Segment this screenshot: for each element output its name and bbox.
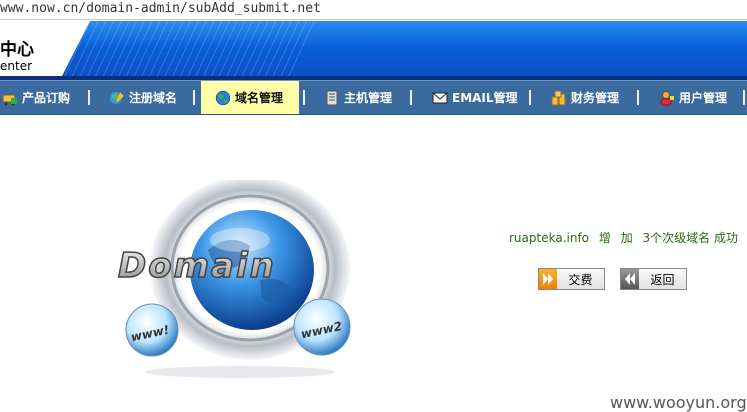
nav-item-user-management[interactable]: 用户管理: [659, 81, 727, 114]
register-domain-icon: [109, 90, 125, 106]
success-message: ruapteka.info 增 加 3个次级域名 成功: [509, 229, 744, 246]
arrow-right-icon: [539, 269, 557, 289]
back-button-label: 返回: [650, 272, 675, 287]
back-button[interactable]: 返回: [620, 268, 687, 290]
site-header: 中心 enter: [0, 21, 747, 80]
nav-separator: [193, 90, 195, 105]
message-text: 3个次级域名 成功: [642, 231, 738, 245]
nav-separator: [410, 90, 412, 105]
nav-label: 财务管理: [571, 91, 620, 105]
nav-separator: [303, 90, 305, 105]
server-icon: [324, 90, 340, 106]
url-text: www.now.cn/domain-admin/subAdd_submit.ne…: [0, 1, 321, 16]
nav-item-domain-management[interactable]: 域名管理: [201, 81, 299, 114]
nav-separator: [743, 90, 745, 105]
nav-item-register-domain[interactable]: 注册域名: [109, 81, 177, 114]
main-nav: 产品订购 注册域名 域名管理 主机管理 EMAIL管理 财务管理 用户管理: [0, 80, 747, 115]
domain-graphic-title: Domain: [118, 246, 276, 286]
pay-button-label: 交费: [568, 272, 593, 287]
nav-separator: [88, 90, 90, 105]
nav-item-host-management[interactable]: 主机管理: [324, 81, 392, 114]
logo-subtitle: enter: [0, 59, 33, 73]
globe-icon: [215, 90, 231, 106]
arrow-left-icon: [621, 269, 639, 289]
nav-label: 注册域名: [129, 91, 178, 105]
address-bar[interactable]: www.now.cn/domain-admin/subAdd_submit.ne…: [0, 0, 747, 20]
nav-label: 域名管理: [235, 91, 284, 105]
nav-item-email-management[interactable]: EMAIL管理: [432, 81, 518, 114]
cart-icon: [2, 90, 18, 106]
envelope-icon: [432, 90, 448, 106]
pay-button[interactable]: 交费: [538, 268, 605, 290]
domain-graphic: Domain www! www2: [100, 176, 370, 385]
nav-label: 产品订购: [22, 91, 71, 105]
nav-label: 用户管理: [679, 91, 728, 105]
nav-item-finance-management[interactable]: 财务管理: [551, 81, 619, 114]
nav-separator: [529, 90, 531, 105]
nav-item-product-order[interactable]: 产品订购: [2, 81, 70, 114]
message-word-2: 加: [620, 231, 633, 245]
coins-icon: [551, 90, 567, 106]
logo-title: 中心: [0, 40, 34, 60]
message-word-1: 增: [598, 231, 611, 245]
nav-label: 主机管理: [344, 91, 393, 105]
nav-separator: [637, 90, 639, 105]
watermark: www.wooyun.org: [610, 393, 747, 412]
message-domain: ruapteka.info: [509, 231, 590, 245]
user-icon: [659, 90, 675, 106]
nav-label: EMAIL管理: [452, 91, 518, 105]
